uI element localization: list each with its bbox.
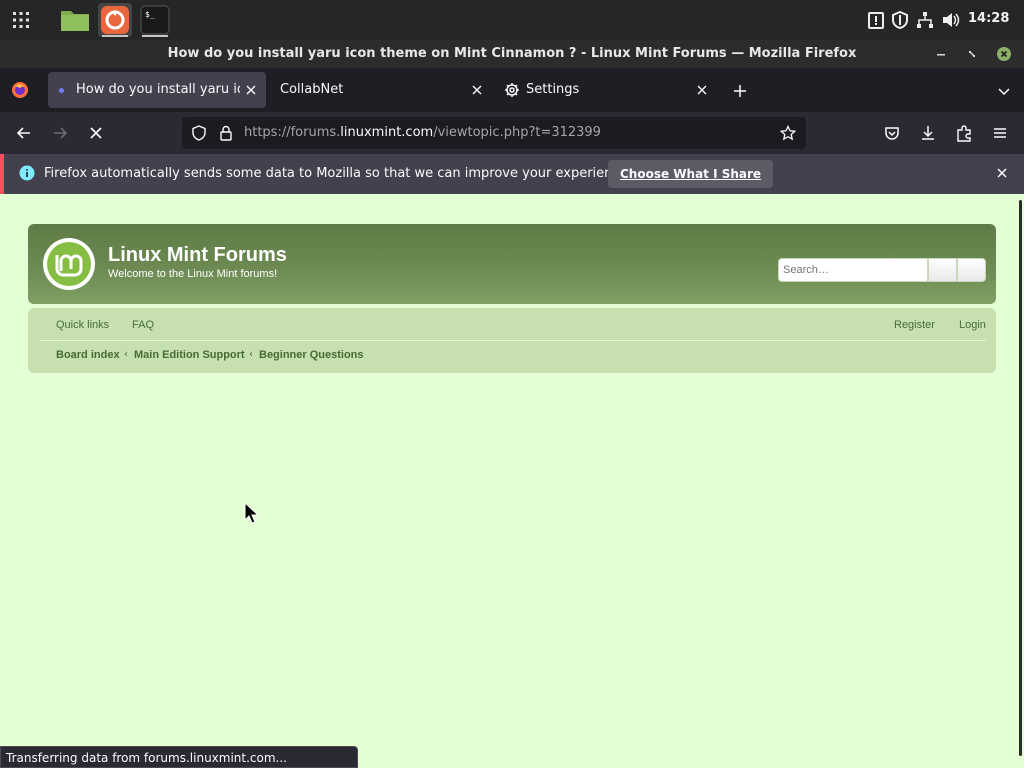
mouse-pointer-icon bbox=[244, 502, 262, 526]
downloads-icon[interactable] bbox=[919, 124, 937, 142]
gear-icon bbox=[504, 82, 520, 98]
forum-title[interactable]: Linux Mint Forums bbox=[108, 244, 287, 267]
terminal-icon[interactable]: $_ bbox=[138, 3, 172, 37]
breadcrumb-separator: ‹ bbox=[124, 349, 128, 360]
breadcrumb-separator: ‹ bbox=[249, 349, 253, 360]
page-content: Linux Mint Forums Welcome to the Linux M… bbox=[0, 194, 1024, 768]
app-grid-icon[interactable] bbox=[4, 3, 38, 37]
minimize-icon[interactable] bbox=[934, 47, 948, 61]
software-manager-icon[interactable] bbox=[98, 3, 132, 37]
close-notification-icon[interactable] bbox=[995, 166, 1009, 180]
register-link[interactable]: Register bbox=[894, 319, 935, 331]
pocket-icon[interactable] bbox=[883, 124, 901, 142]
tracking-protection-icon[interactable] bbox=[191, 125, 207, 141]
url-bar[interactable]: https://forums.linuxmint.com/viewtopic.p… bbox=[182, 117, 806, 149]
tab-label: How do you install yaru icon theme on Mi… bbox=[76, 82, 240, 97]
tab-bar: How do you install yaru icon theme on Mi… bbox=[0, 68, 1024, 112]
breadcrumb-beginner-questions[interactable]: Beginner Questions bbox=[259, 349, 364, 361]
breadcrumb-main-edition-support[interactable]: Main Edition Support bbox=[134, 349, 245, 361]
menu-icon[interactable] bbox=[991, 124, 1009, 142]
navigation-toolbar: https://forums.linuxmint.com/viewtopic.p… bbox=[0, 112, 1024, 154]
forward-icon bbox=[51, 124, 69, 142]
status-text: Transferring data from forums.linuxmint.… bbox=[6, 751, 287, 765]
url-path: /viewtopic.php?t=312399 bbox=[433, 125, 601, 140]
stop-loading-icon[interactable] bbox=[87, 124, 105, 142]
scrollbar-thumb[interactable] bbox=[1019, 200, 1022, 756]
login-link[interactable]: Login bbox=[959, 319, 986, 331]
url-scheme: https://forums. bbox=[244, 125, 341, 140]
volume-icon[interactable] bbox=[941, 10, 961, 30]
shield-icon[interactable] bbox=[890, 10, 910, 30]
lock-icon[interactable] bbox=[218, 125, 234, 141]
tab-label: Settings bbox=[526, 82, 580, 97]
close-tab-icon[interactable] bbox=[695, 83, 709, 97]
breadcrumb-board-index[interactable]: Board index bbox=[56, 349, 120, 361]
clipboard-icon[interactable] bbox=[866, 10, 886, 30]
firefox-view-icon[interactable] bbox=[10, 80, 30, 100]
tab-label: CollabNet bbox=[280, 82, 344, 97]
tab-settings[interactable]: Settings bbox=[496, 72, 718, 108]
terminal-glyph: $_ bbox=[145, 10, 155, 19]
close-tab-icon[interactable] bbox=[470, 83, 484, 97]
faq-link[interactable]: FAQ bbox=[132, 319, 154, 331]
url-text[interactable]: https://forums.linuxmint.com/viewtopic.p… bbox=[244, 125, 601, 140]
notification-text: Firefox automatically sends some data to… bbox=[44, 166, 632, 181]
list-tabs-icon[interactable] bbox=[996, 83, 1012, 99]
close-window-icon[interactable] bbox=[997, 47, 1011, 61]
linux-mint-logo-icon[interactable] bbox=[42, 237, 96, 291]
tab-active[interactable]: How do you install yaru icon theme on Mi… bbox=[48, 72, 266, 108]
clock[interactable]: 14:28 bbox=[968, 11, 1009, 26]
window-titlebar[interactable]: How do you install yaru icon theme on Mi… bbox=[0, 40, 1024, 68]
forum-header: Linux Mint Forums Welcome to the Linux M… bbox=[28, 224, 996, 304]
search-input[interactable] bbox=[778, 258, 928, 282]
active-indicator bbox=[102, 35, 128, 37]
files-icon[interactable] bbox=[58, 3, 92, 37]
back-icon[interactable] bbox=[15, 124, 33, 142]
window-title: How do you install yaru icon theme on Mi… bbox=[167, 46, 857, 61]
choose-what-i-share-button[interactable]: Choose What I Share bbox=[608, 160, 774, 188]
divider bbox=[40, 340, 986, 341]
quick-links-link[interactable]: Quick links bbox=[56, 319, 109, 331]
taskbar: $_ 14:28 bbox=[0, 0, 1024, 40]
page-scrollbar[interactable] bbox=[1018, 194, 1024, 768]
status-panel: Transferring data from forums.linuxmint.… bbox=[0, 746, 358, 768]
forum-description: Welcome to the Linux Mint forums! bbox=[108, 268, 278, 280]
tab-collabnet[interactable]: CollabNet bbox=[270, 72, 492, 108]
search-button[interactable] bbox=[928, 258, 957, 282]
data-reporting-notification: Firefox automatically sends some data to… bbox=[0, 154, 1024, 194]
close-tab-icon[interactable] bbox=[244, 83, 258, 97]
network-icon[interactable] bbox=[915, 10, 935, 30]
url-host: linuxmint.com bbox=[340, 125, 434, 140]
advanced-search-button[interactable] bbox=[957, 258, 986, 282]
forum-nav: Quick links FAQ Register Login Board ind… bbox=[28, 308, 996, 373]
active-indicator bbox=[142, 35, 168, 37]
info-icon bbox=[19, 165, 35, 181]
maximize-icon[interactable] bbox=[965, 47, 979, 61]
new-tab-icon[interactable] bbox=[732, 83, 748, 99]
extensions-icon[interactable] bbox=[955, 124, 973, 142]
loading-dot-icon bbox=[59, 88, 64, 93]
bookmark-star-icon[interactable] bbox=[780, 125, 796, 141]
